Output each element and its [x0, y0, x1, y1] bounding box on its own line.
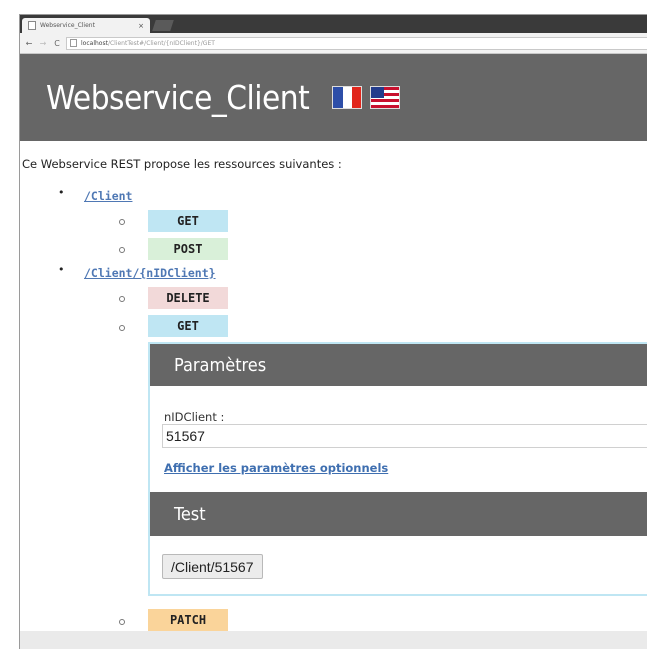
page-icon [70, 39, 77, 47]
tab-strip: Webservice_Client × [20, 15, 647, 33]
page-title: Webservice_Client [46, 78, 310, 117]
circle-bullet-icon [119, 296, 125, 302]
french-flag-icon[interactable] [333, 87, 362, 108]
reload-icon[interactable]: C [52, 39, 62, 48]
test-request-button[interactable]: /Client/51567 [162, 554, 263, 579]
new-tab-button[interactable] [152, 20, 174, 31]
circle-bullet-icon [119, 325, 125, 331]
close-tab-icon[interactable]: × [138, 22, 144, 30]
browser-tab[interactable]: Webservice_Client × [22, 18, 150, 33]
back-icon[interactable]: ← [24, 39, 34, 48]
resource-link-client-id[interactable]: /Client/{nIDClient} [84, 266, 216, 280]
tab-title: Webservice_Client [40, 22, 95, 29]
method-get-client-id[interactable]: GET [148, 315, 228, 337]
resource-link-client[interactable]: /Client [84, 189, 132, 203]
get-panel: Paramètres nIDClient : Afficher les para… [148, 342, 647, 596]
test-header: Test [150, 492, 647, 536]
circle-bullet-icon [119, 219, 125, 225]
navigation-bar: ← → C localhost /ClientTest#/Client/{nID… [20, 33, 647, 54]
method-get-client[interactable]: GET [148, 210, 228, 232]
optional-params-link[interactable]: Afficher les paramètres optionnels [164, 461, 388, 475]
us-flag-icon[interactable] [371, 87, 400, 108]
method-delete-client-id[interactable]: DELETE [148, 287, 228, 309]
bullet-icon: • [58, 186, 65, 199]
intro-text: Ce Webservice REST propose les ressource… [22, 157, 342, 171]
circle-bullet-icon [119, 247, 125, 253]
address-bar[interactable]: localhost /ClientTest#/Client/{nIDClient… [66, 36, 647, 50]
url-path: /ClientTest#/Client/{nIDClient}/GET [107, 39, 215, 47]
circle-bullet-icon [119, 619, 125, 625]
nidclient-input[interactable] [162, 424, 647, 448]
field-label: nIDClient : [164, 410, 225, 424]
method-patch-client-id[interactable]: PATCH [148, 609, 228, 631]
method-post-client[interactable]: POST [148, 238, 228, 260]
page-icon [28, 21, 36, 30]
parameters-header: Paramètres [150, 344, 647, 386]
app-header: Webservice_Client [20, 54, 647, 141]
browser-window: Webservice_Client × ← → C localhost /Cli… [19, 14, 647, 649]
forward-icon[interactable]: → [38, 39, 48, 48]
bullet-icon: • [58, 263, 65, 276]
url-host: localhost [81, 39, 108, 47]
footer-strip [20, 631, 647, 649]
